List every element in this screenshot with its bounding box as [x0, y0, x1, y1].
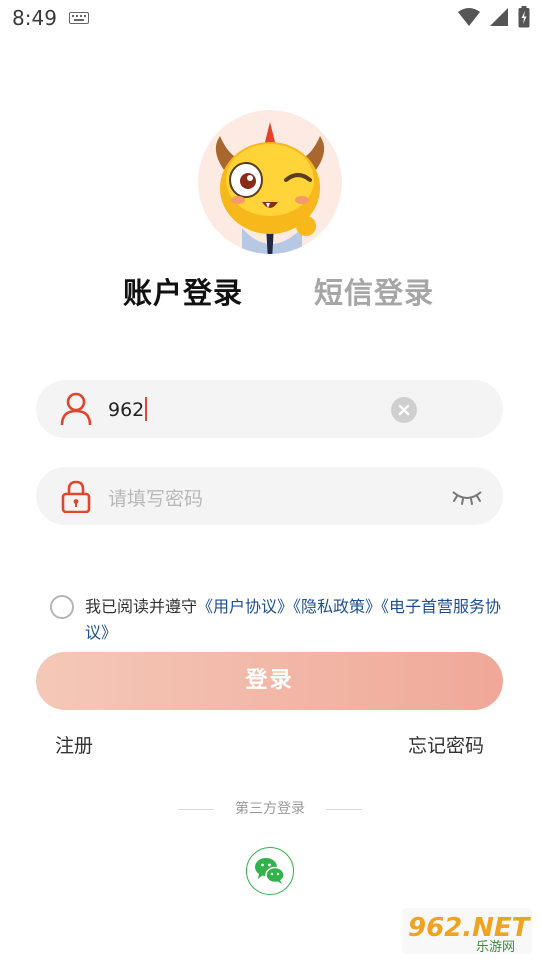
wechat-login-button[interactable]: [246, 847, 294, 895]
battery-icon: [518, 6, 530, 28]
username-field[interactable]: 962: [36, 380, 503, 438]
wechat-icon: [255, 858, 285, 884]
svg-text:乐游网: 乐游网: [476, 940, 515, 954]
username-input[interactable]: 962: [108, 397, 148, 421]
wifi-icon: [458, 8, 480, 26]
agreement-prefix: 我已阅读并遵守: [85, 597, 198, 616]
eye-closed-icon[interactable]: [451, 486, 483, 506]
forgot-password-link[interactable]: 忘记密码: [408, 731, 484, 758]
third-party-label: 第三方登录: [235, 801, 305, 817]
clear-input-icon[interactable]: [391, 397, 417, 423]
agreement-checkbox[interactable]: [50, 595, 74, 619]
watermark-logo-icon: 962.NET 乐游网: [402, 908, 532, 955]
dragon-mascot-icon: [215, 122, 325, 254]
tab-account-login[interactable]: 账户登录: [123, 270, 243, 312]
status-bar: 8:49: [0, 0, 540, 36]
password-field[interactable]: 请填写密码: [36, 467, 503, 525]
lock-icon: [61, 480, 91, 513]
signal-icon: [490, 8, 508, 26]
register-link[interactable]: 注册: [55, 731, 93, 758]
third-party-divider: 第三方登录: [0, 798, 540, 820]
divider-line-right: [326, 809, 362, 810]
login-tabs: 账户登录 短信登录: [0, 270, 540, 314]
login-button[interactable]: 登录: [36, 652, 503, 710]
text-caret: [145, 397, 148, 421]
site-watermark: 962.NET 乐游网: [402, 908, 532, 955]
user-icon: [60, 392, 92, 426]
svg-text:962.NET: 962.NET: [408, 913, 532, 943]
user-agreement-link[interactable]: 《用户协议》: [197, 597, 293, 616]
tab-sms-login[interactable]: 短信登录: [314, 270, 434, 312]
keyboard-icon: [69, 12, 89, 24]
mascot-avatar: [198, 110, 342, 254]
agreement-text: 我已阅读并遵守《用户协议》《隐私政策》《电子首营服务协议》: [85, 594, 505, 646]
status-time: 8:49: [12, 6, 57, 30]
privacy-policy-link[interactable]: 《隐私政策》: [293, 597, 381, 616]
password-input[interactable]: 请填写密码: [108, 484, 203, 511]
